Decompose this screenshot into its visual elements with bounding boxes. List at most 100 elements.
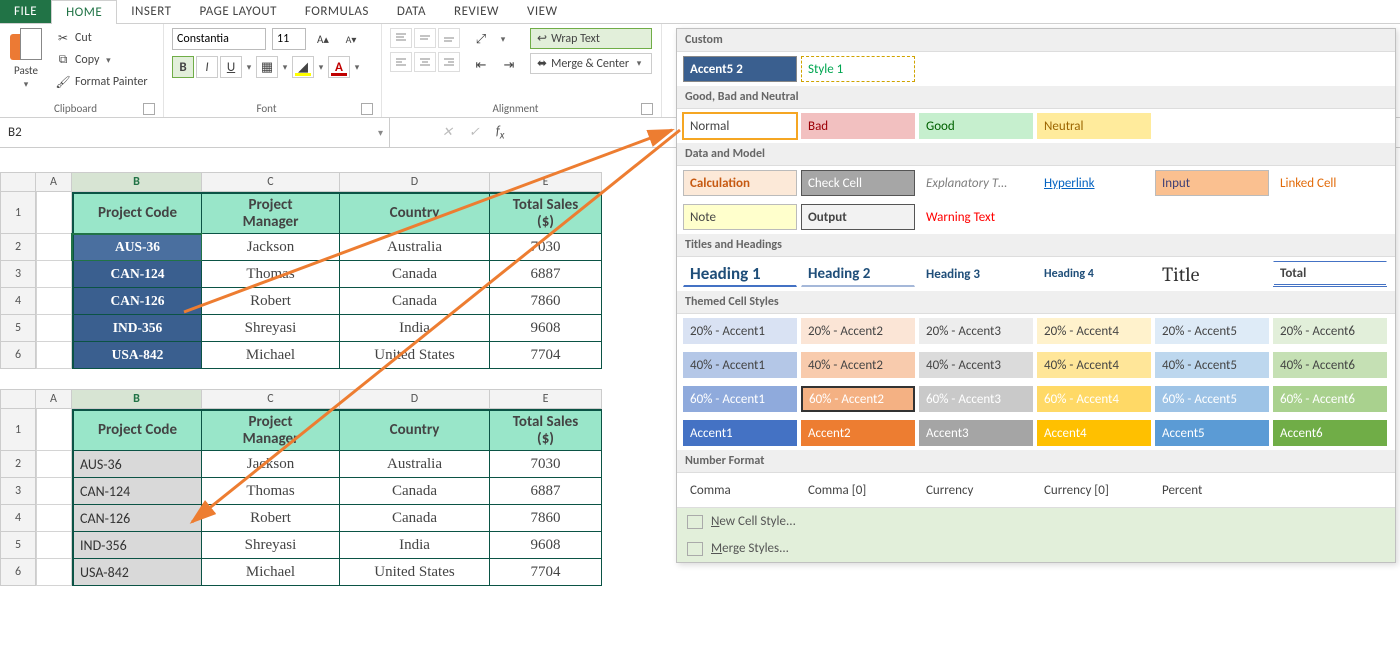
underline-dropdown-icon[interactable]: ▾ bbox=[244, 62, 254, 73]
cell-C4[interactable]: Robert bbox=[202, 505, 340, 532]
style-20-accent2[interactable]: 20% - Accent2 bbox=[801, 318, 915, 344]
cell-B2[interactable]: AUS-36 bbox=[72, 234, 202, 261]
cell-B4[interactable]: CAN-126 bbox=[72, 288, 202, 315]
cell-B1[interactable]: Project Code bbox=[72, 409, 202, 451]
cell-D1[interactable]: Country bbox=[340, 192, 490, 234]
select-all-corner[interactable] bbox=[0, 172, 36, 192]
fx-button[interactable]: fx bbox=[496, 124, 505, 142]
orientation-button[interactable]: ⤢ bbox=[470, 28, 492, 50]
cell-C6[interactable]: Michael bbox=[202, 559, 340, 586]
align-center-button[interactable] bbox=[414, 52, 436, 72]
style-good[interactable]: Good bbox=[919, 113, 1033, 139]
decrease-indent-button[interactable]: ⇤ bbox=[470, 54, 492, 76]
style-60-accent6[interactable]: 60% - Accent6 bbox=[1273, 386, 1387, 412]
copy-button[interactable]: ⧉ Copy ▾ bbox=[50, 50, 153, 70]
tab-data[interactable]: DATA bbox=[383, 0, 440, 23]
cell-B3[interactable]: CAN-124 bbox=[72, 261, 202, 288]
style-check-cell[interactable]: Check Cell bbox=[801, 170, 915, 196]
new-cell-style-button[interactable]: NNew Cell Style...ew Cell Style... bbox=[677, 508, 1395, 535]
font-color-button[interactable]: A bbox=[328, 56, 350, 78]
cell-D1[interactable]: Country bbox=[340, 409, 490, 451]
style-40-accent1[interactable]: 40% - Accent1 bbox=[683, 352, 797, 378]
cell-D3[interactable]: Canada bbox=[340, 478, 490, 505]
align-right-button[interactable] bbox=[438, 52, 460, 72]
cell-C5[interactable]: Shreyasi bbox=[202, 315, 340, 342]
style-normal[interactable]: Normal bbox=[683, 113, 797, 139]
row-header-5[interactable]: 5 bbox=[0, 532, 36, 559]
col-header-A[interactable]: A bbox=[36, 389, 72, 409]
cell-D2[interactable]: Australia bbox=[340, 451, 490, 478]
font-dialog-launcher[interactable] bbox=[361, 103, 373, 115]
cell-C3[interactable]: Thomas bbox=[202, 261, 340, 288]
cell-C6[interactable]: Michael bbox=[202, 342, 340, 369]
merge-styles-button[interactable]: MMerge Styles...erge Styles... bbox=[677, 535, 1395, 562]
wrap-text-button[interactable]: ↩ Wrap Text bbox=[530, 28, 652, 49]
style-60-accent3[interactable]: 60% - Accent3 bbox=[919, 386, 1033, 412]
col-header-D[interactable]: D bbox=[340, 389, 490, 409]
tab-file[interactable]: FILE bbox=[0, 0, 51, 23]
cell-B5[interactable]: IND-356 bbox=[72, 532, 202, 559]
underline-button[interactable]: U bbox=[220, 56, 242, 78]
style-output[interactable]: Output bbox=[801, 204, 915, 230]
cell-D4[interactable]: Canada bbox=[340, 288, 490, 315]
cell-B1[interactable]: Project Code bbox=[72, 192, 202, 234]
enter-formula-button[interactable]: ✓ bbox=[469, 125, 480, 140]
style-accent5[interactable]: Accent5 bbox=[1155, 420, 1269, 446]
row-header-2[interactable]: 2 bbox=[0, 451, 36, 478]
style-style1[interactable]: Style 1 bbox=[801, 56, 915, 82]
increase-font-button[interactable]: A▴ bbox=[312, 28, 334, 50]
cell-E6[interactable]: 7704 bbox=[490, 559, 602, 586]
tab-view[interactable]: VIEW bbox=[513, 0, 572, 23]
fill-color-dropdown-icon[interactable]: ▾ bbox=[316, 62, 326, 73]
clipboard-dialog-launcher[interactable] bbox=[143, 103, 155, 115]
cell-A3[interactable] bbox=[36, 261, 72, 288]
row-header-6[interactable]: 6 bbox=[0, 342, 36, 369]
row-header-1[interactable]: 1 bbox=[0, 409, 36, 451]
cell-A1[interactable] bbox=[36, 409, 72, 451]
increase-indent-button[interactable]: ⇥ bbox=[498, 54, 520, 76]
cell-B6[interactable]: USA-842 bbox=[72, 342, 202, 369]
format-painter-button[interactable]: 🖌 Format Painter bbox=[50, 72, 153, 92]
align-top-button[interactable] bbox=[390, 28, 412, 48]
cell-C1[interactable]: ProjectManager bbox=[202, 192, 340, 234]
cell-C2[interactable]: Jackson bbox=[202, 234, 340, 261]
row-header-2[interactable]: 2 bbox=[0, 234, 36, 261]
style-heading4[interactable]: Heading 4 bbox=[1037, 261, 1151, 287]
cell-B4[interactable]: CAN-126 bbox=[72, 505, 202, 532]
col-header-B[interactable]: B bbox=[72, 172, 202, 192]
tab-formulas[interactable]: FORMULAS bbox=[291, 0, 383, 23]
row-header-3[interactable]: 3 bbox=[0, 261, 36, 288]
cell-E3[interactable]: 6887 bbox=[490, 261, 602, 288]
style-heading1[interactable]: Heading 1 bbox=[683, 261, 797, 287]
cell-B3[interactable]: CAN-124 bbox=[72, 478, 202, 505]
cell-A2[interactable] bbox=[36, 451, 72, 478]
align-bottom-button[interactable] bbox=[438, 28, 460, 48]
col-header-E[interactable]: E bbox=[490, 172, 602, 192]
row-header-6[interactable]: 6 bbox=[0, 559, 36, 586]
cell-E5[interactable]: 9608 bbox=[490, 315, 602, 342]
style-comma0[interactable]: Comma [0] bbox=[801, 477, 915, 503]
style-40-accent4[interactable]: 40% - Accent4 bbox=[1037, 352, 1151, 378]
borders-dropdown-icon[interactable]: ▾ bbox=[280, 62, 290, 73]
cell-E2[interactable]: 7030 bbox=[490, 451, 602, 478]
style-currency0[interactable]: Currency [0] bbox=[1037, 477, 1151, 503]
style-neutral[interactable]: Neutral bbox=[1037, 113, 1151, 139]
cell-D4[interactable]: Canada bbox=[340, 505, 490, 532]
row-header-4[interactable]: 4 bbox=[0, 288, 36, 315]
cell-D3[interactable]: Canada bbox=[340, 261, 490, 288]
cell-E3[interactable]: 6887 bbox=[490, 478, 602, 505]
style-note[interactable]: Note bbox=[683, 204, 797, 230]
borders-button[interactable]: ▦ bbox=[256, 56, 278, 78]
merge-dropdown-icon[interactable]: ▾ bbox=[633, 58, 645, 69]
style-60-accent5[interactable]: 60% - Accent5 bbox=[1155, 386, 1269, 412]
style-40-accent3[interactable]: 40% - Accent3 bbox=[919, 352, 1033, 378]
tab-home[interactable]: HOME bbox=[51, 0, 117, 24]
name-box[interactable]: B2 ▾ bbox=[0, 118, 390, 147]
style-total[interactable]: Total bbox=[1273, 261, 1387, 287]
style-accent5-2[interactable]: Accent5 2 bbox=[683, 56, 797, 82]
style-60-accent2[interactable]: 60% - Accent2 bbox=[801, 386, 915, 412]
cell-B5[interactable]: IND-356 bbox=[72, 315, 202, 342]
style-20-accent6[interactable]: 20% - Accent6 bbox=[1273, 318, 1387, 344]
cell-E4[interactable]: 7860 bbox=[490, 505, 602, 532]
cell-D5[interactable]: India bbox=[340, 532, 490, 559]
